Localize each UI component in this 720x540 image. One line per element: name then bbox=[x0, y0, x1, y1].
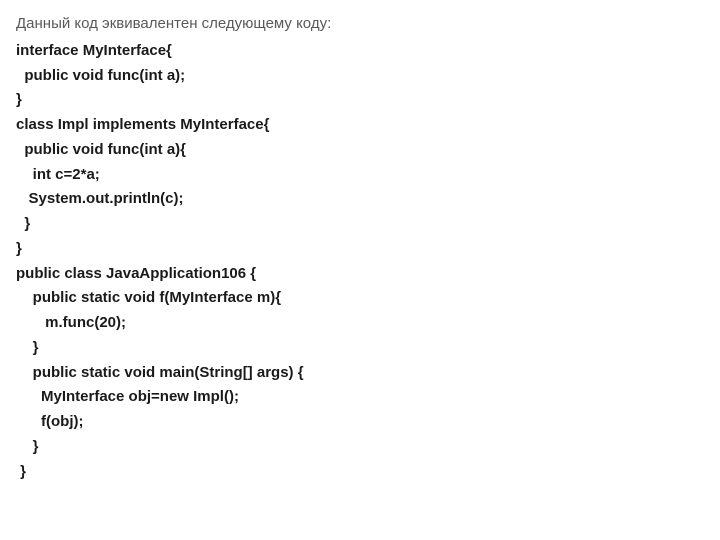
code-line: } bbox=[16, 88, 704, 113]
code-line: System.out.println(c); bbox=[16, 187, 704, 212]
code-line: public static void f(MyInterface m){ bbox=[16, 286, 704, 311]
code-line: interface MyInterface{ bbox=[16, 39, 704, 64]
code-line: f(obj); bbox=[16, 410, 704, 435]
code-line: public class JavaApplication106 { bbox=[16, 262, 704, 287]
code-line: } bbox=[16, 212, 704, 237]
code-line: } bbox=[16, 435, 704, 460]
code-line: m.func(20); bbox=[16, 311, 704, 336]
code-line: } bbox=[16, 237, 704, 262]
code-line: public void func(int a){ bbox=[16, 138, 704, 163]
code-line: class Impl implements MyInterface{ bbox=[16, 113, 704, 138]
code-line: MyInterface obj=new Impl(); bbox=[16, 385, 704, 410]
code-line: int c=2*a; bbox=[16, 163, 704, 188]
code-line: } bbox=[16, 460, 704, 485]
code-block: interface MyInterface{ public void func(… bbox=[16, 39, 704, 485]
code-line: } bbox=[16, 336, 704, 361]
intro-text: Данный код эквивалентен следующему коду: bbox=[16, 12, 704, 37]
code-line: public void func(int a); bbox=[16, 64, 704, 89]
code-line: public static void main(String[] args) { bbox=[16, 361, 704, 386]
